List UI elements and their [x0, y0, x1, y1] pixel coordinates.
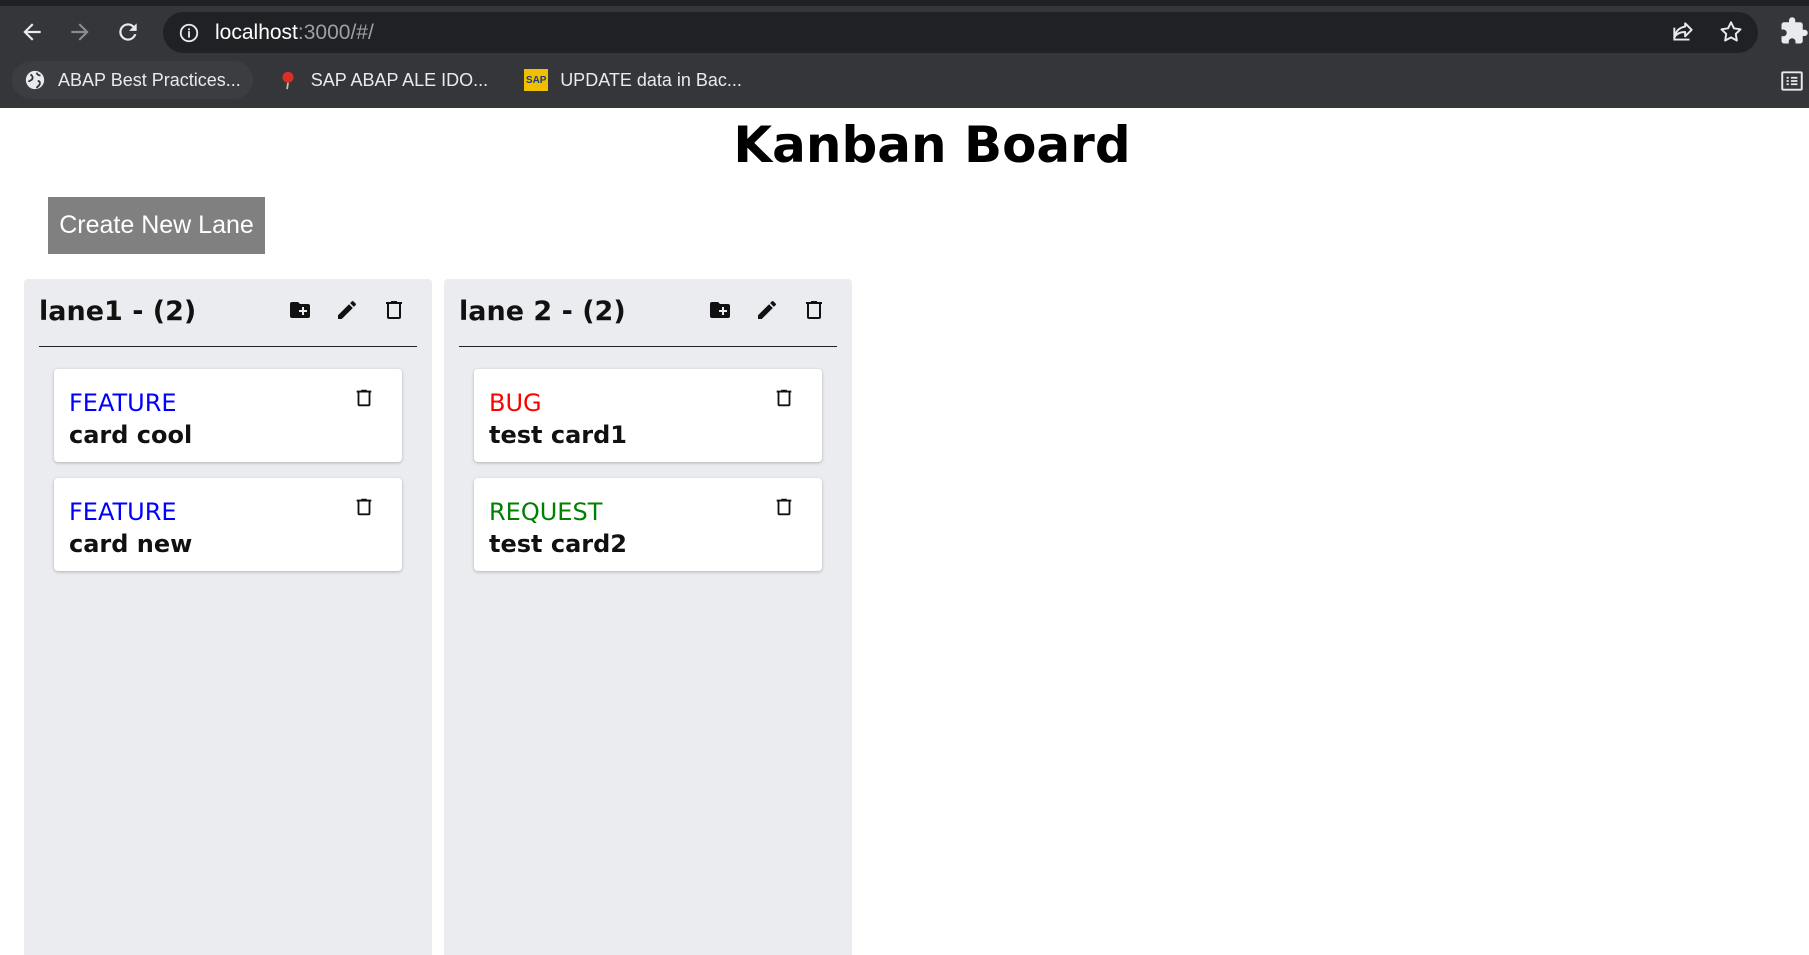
- card-type: BUG: [489, 389, 542, 417]
- edit-lane-button[interactable]: [323, 295, 370, 325]
- delete-lane-button[interactable]: [370, 295, 417, 325]
- trash-icon: [776, 498, 792, 516]
- arrow-right-icon: [71, 23, 89, 41]
- lane-header: lane1 - (2): [39, 279, 417, 347]
- url-path: :3000/#/: [297, 20, 374, 44]
- tab-strip: [0, 0, 1809, 6]
- folder-plus-icon: [289, 302, 310, 318]
- card[interactable]: FEATURE card cool: [54, 369, 402, 462]
- share-icon[interactable]: [1670, 19, 1696, 45]
- globe-icon: [24, 69, 46, 91]
- bookmark-label: SAP ABAP ALE IDO...: [310, 69, 489, 90]
- bookmarks-bar: ABAP Best Practices... SAP ABAP ALE IDO.…: [0, 60, 1809, 100]
- bookmark-abap-best-practices[interactable]: ABAP Best Practices...: [12, 61, 253, 99]
- folder-plus-icon: [709, 302, 730, 318]
- back-button[interactable]: [14, 14, 50, 50]
- card[interactable]: FEATURE card new: [54, 478, 402, 571]
- trash-icon: [776, 389, 792, 407]
- lane-title: lane1 - (2): [39, 296, 197, 327]
- bookmark-label: ABAP Best Practices...: [58, 69, 241, 90]
- delete-card-button[interactable]: [352, 494, 376, 520]
- trash-icon: [356, 498, 372, 516]
- page-title: Kanban Board: [733, 116, 1131, 174]
- delete-card-button[interactable]: [772, 494, 796, 520]
- url-text[interactable]: localhost:3000/#/: [215, 21, 374, 45]
- site-info-icon[interactable]: [177, 21, 201, 45]
- card-title: test card1: [489, 421, 627, 449]
- card[interactable]: BUG test card1: [474, 369, 822, 462]
- trash-icon: [805, 301, 822, 319]
- arrow-left-icon: [23, 23, 41, 41]
- reading-list-icon[interactable]: [1779, 68, 1805, 94]
- browser-toolbar: localhost:3000/#/ ABAP Best Practices...…: [0, 0, 1809, 108]
- sap-icon-text: SAP: [525, 74, 547, 86]
- pin-icon: [277, 69, 299, 91]
- bookmark-update-data[interactable]: SAP UPDATE data in Bac...: [512, 61, 754, 99]
- pencil-icon: [337, 300, 356, 319]
- card-type: FEATURE: [69, 498, 177, 526]
- card-title: test card2: [489, 530, 627, 558]
- lane-header: lane 2 - (2): [459, 279, 837, 347]
- pencil-icon: [757, 300, 776, 319]
- page-content: Kanban Board Create New Lane lane1 - (2)…: [0, 108, 1809, 955]
- card-title: card cool: [69, 421, 193, 449]
- add-card-button[interactable]: [696, 295, 743, 325]
- reload-button[interactable]: [110, 14, 146, 50]
- forward-button[interactable]: [62, 14, 98, 50]
- edit-lane-button[interactable]: [743, 295, 790, 325]
- delete-card-button[interactable]: [352, 385, 376, 411]
- create-new-lane-button[interactable]: Create New Lane: [48, 197, 265, 254]
- trash-icon: [356, 389, 372, 407]
- lane-title: lane 2 - (2): [459, 296, 626, 327]
- star-icon[interactable]: [1718, 19, 1744, 45]
- card-type: REQUEST: [489, 498, 603, 526]
- delete-lane-button[interactable]: [790, 295, 837, 325]
- address-bar[interactable]: localhost:3000/#/: [163, 12, 1758, 53]
- sap-icon: SAP: [524, 69, 549, 91]
- url-host: localhost: [215, 20, 298, 44]
- bookmark-label: UPDATE data in Bac...: [560, 69, 742, 90]
- delete-card-button[interactable]: [772, 385, 796, 411]
- extensions-puzzle-icon[interactable]: [1779, 16, 1809, 46]
- card[interactable]: REQUEST test card2: [474, 478, 822, 571]
- card-title: card new: [69, 530, 193, 558]
- card-type: FEATURE: [69, 389, 177, 417]
- trash-icon: [385, 301, 402, 319]
- lane: lane 2 - (2) BUG test card1 REQUEST test…: [444, 279, 852, 955]
- lane: lane1 - (2) FEATURE card cool FEATURE ca…: [24, 279, 432, 955]
- add-card-button[interactable]: [276, 295, 323, 325]
- reload-icon: [119, 23, 137, 41]
- bookmark-sap-abap-ale-ido[interactable]: SAP ABAP ALE IDO...: [265, 61, 500, 99]
